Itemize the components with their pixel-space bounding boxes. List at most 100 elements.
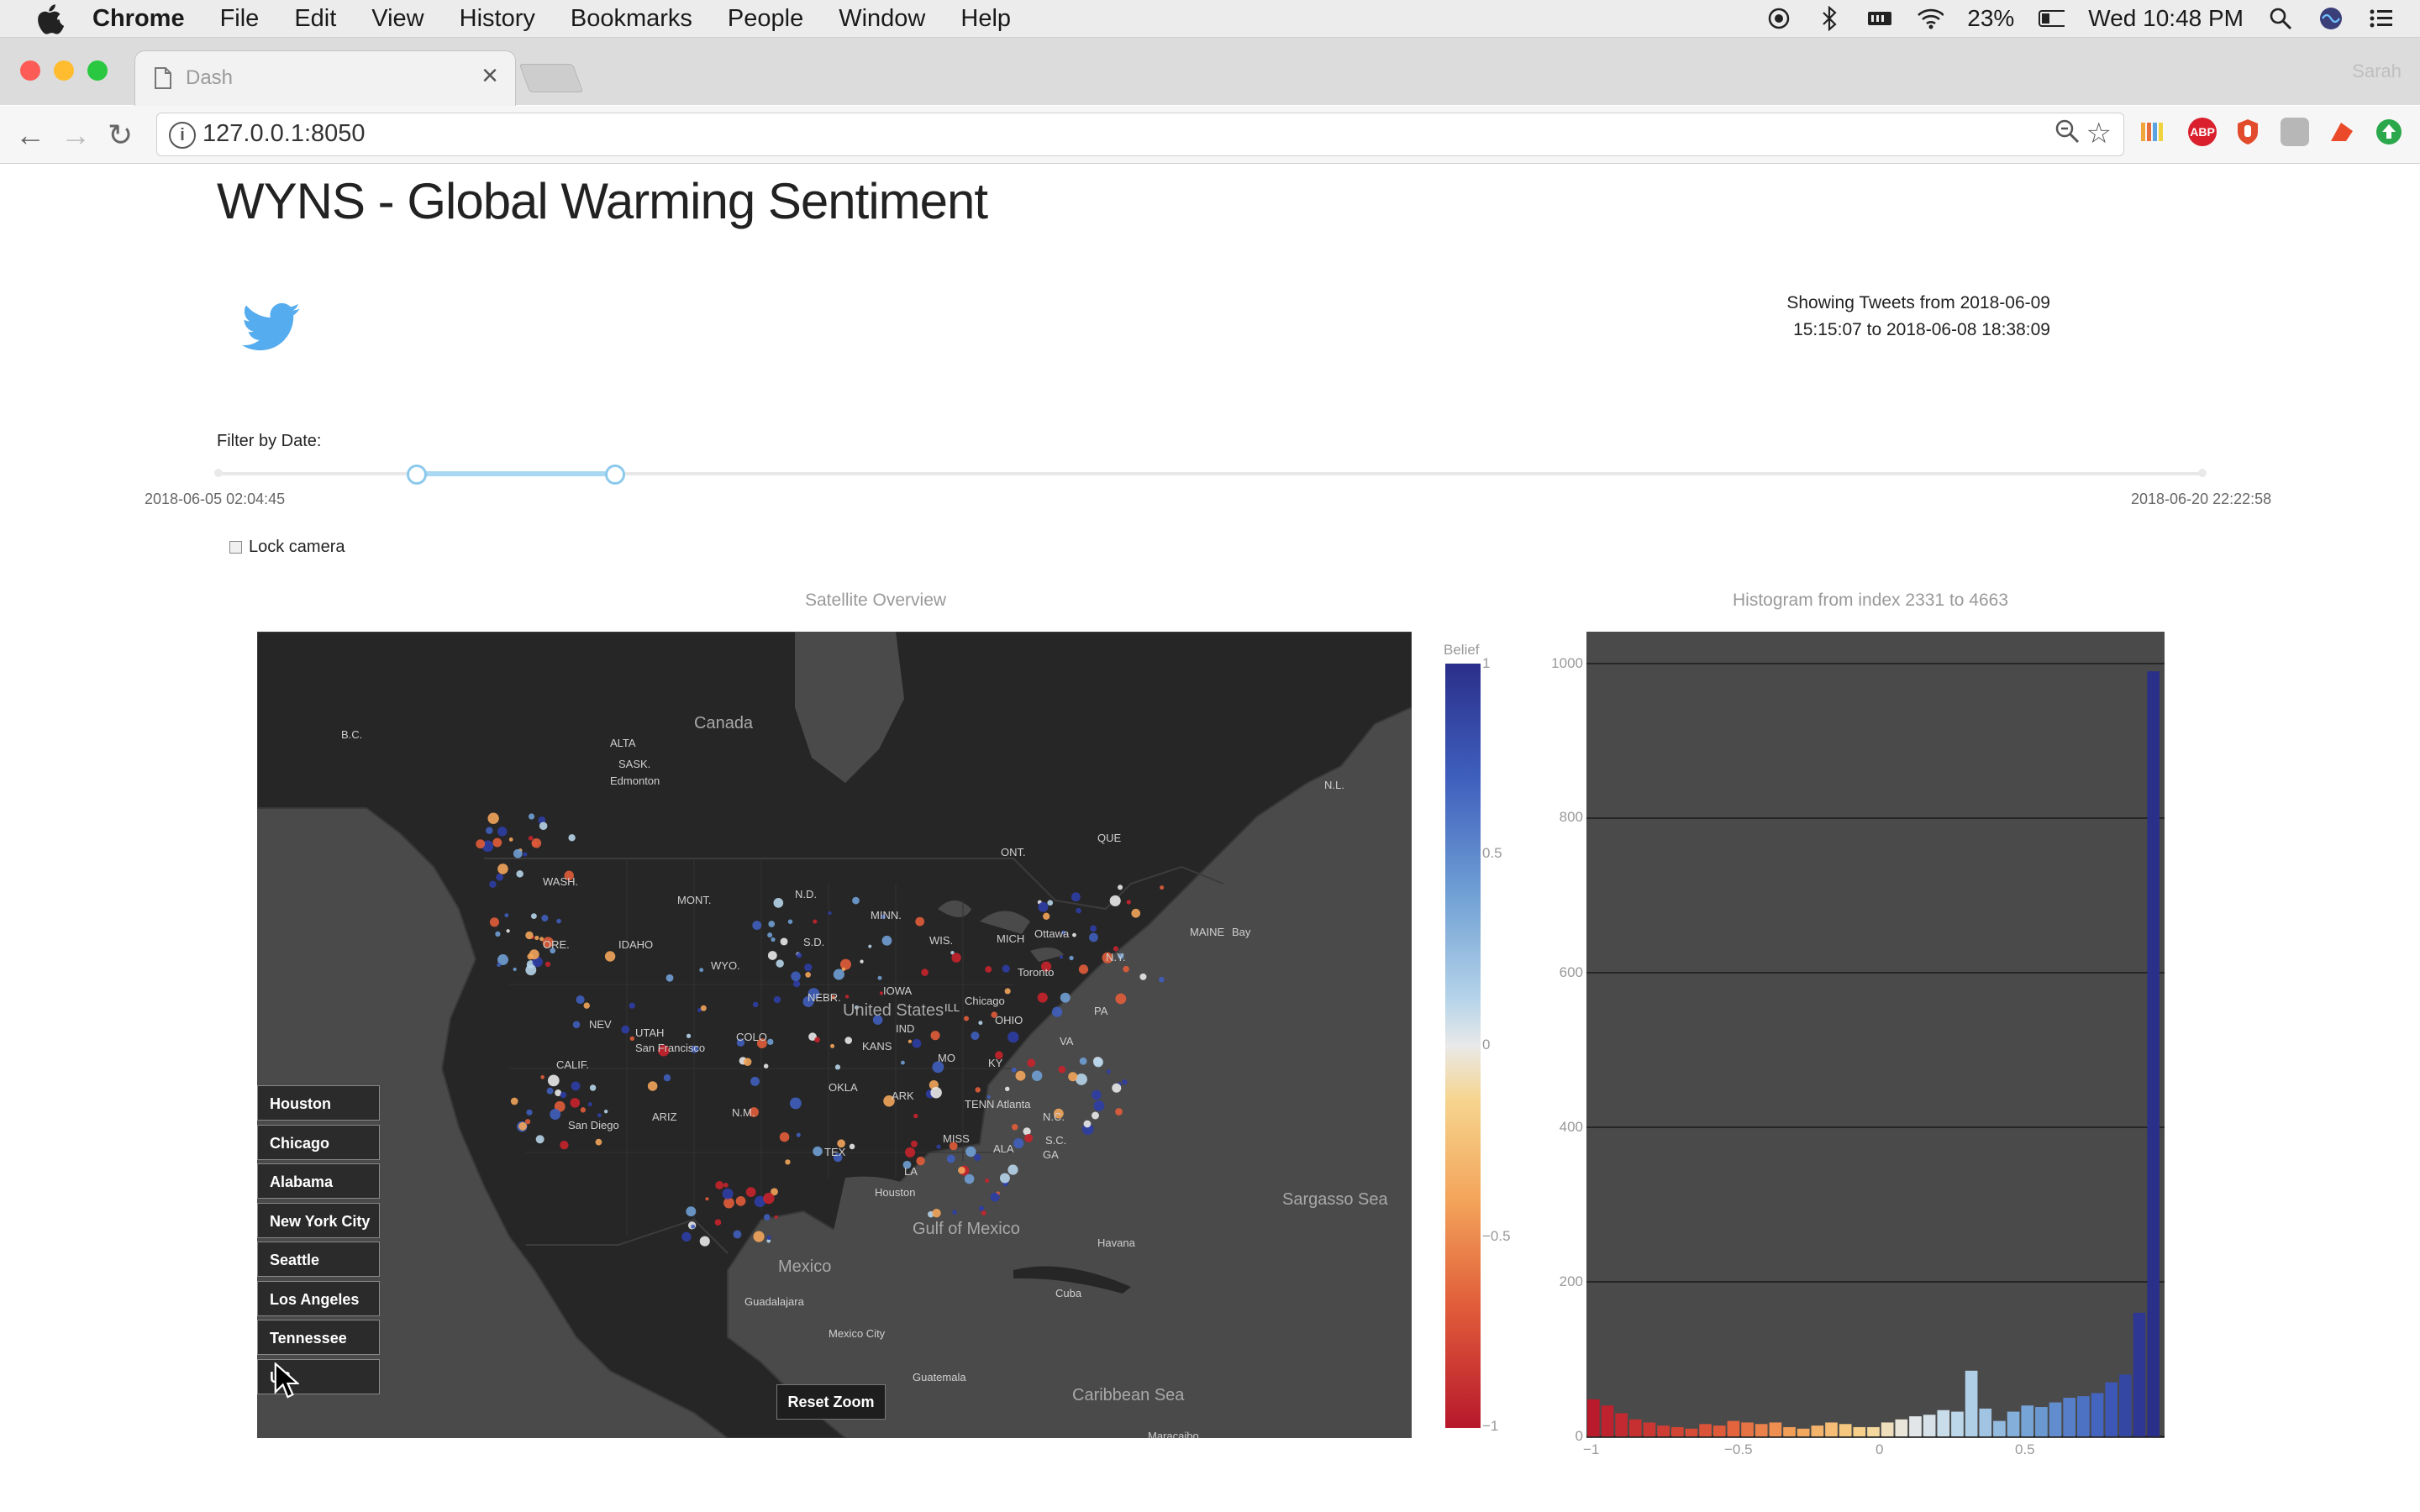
tweet-point[interactable] [714, 1219, 722, 1226]
tweet-point[interactable] [814, 1037, 820, 1043]
histogram-bar[interactable] [2133, 1312, 2146, 1436]
tweet-point[interactable] [789, 1097, 802, 1110]
tweet-point[interactable] [1078, 964, 1089, 974]
tweet-point[interactable] [525, 931, 534, 940]
tweet-point[interactable] [1083, 1120, 1092, 1128]
histogram-bar[interactable] [1628, 1419, 1642, 1436]
tweet-point[interactable] [908, 1039, 913, 1043]
tweet-point[interactable] [1002, 964, 1010, 973]
tweet-point[interactable] [666, 974, 674, 982]
tweet-point[interactable] [971, 1031, 980, 1041]
tweet-point[interactable] [663, 1074, 671, 1082]
tweet-point[interactable] [877, 975, 882, 980]
histogram-bar[interactable] [1643, 1422, 1656, 1436]
tweet-point[interactable] [1093, 1100, 1105, 1111]
tweet-point[interactable] [763, 1192, 775, 1205]
clock[interactable]: Wed 10:48 PM [2088, 5, 2244, 32]
checkbox-box[interactable] [229, 541, 242, 554]
tweet-point[interactable] [560, 1140, 569, 1150]
tweet-point[interactable] [603, 1110, 608, 1114]
tweet-point[interactable] [951, 953, 961, 963]
tweet-point[interactable] [686, 1206, 697, 1217]
tweet-point[interactable] [785, 1159, 791, 1165]
histogram-bar[interactable] [2035, 1407, 2048, 1436]
tweet-point[interactable] [526, 1109, 533, 1116]
tweet-point[interactable] [1037, 992, 1048, 1003]
tweet-point[interactable] [804, 963, 813, 972]
histogram-bar[interactable] [1825, 1422, 1838, 1436]
siri-icon[interactable] [2317, 5, 2344, 32]
tweet-point[interactable] [540, 1075, 544, 1079]
tweet-point[interactable] [830, 1043, 835, 1048]
tweet-point[interactable] [576, 995, 585, 1005]
tweet-point[interactable] [1015, 1070, 1026, 1081]
tweet-point[interactable] [528, 813, 535, 820]
tweet-point[interactable] [753, 1231, 765, 1242]
tweet-point[interactable] [733, 1230, 742, 1239]
tweet-point[interactable] [560, 1091, 567, 1099]
tweet-point[interactable] [1069, 955, 1074, 961]
tweet-point[interactable] [516, 870, 523, 878]
histogram-bar[interactable] [1811, 1425, 1824, 1436]
histogram-bar[interactable] [1923, 1415, 1936, 1436]
tweet-point[interactable] [547, 1074, 560, 1087]
tweet-point[interactable] [735, 1196, 746, 1206]
tweet-point[interactable] [990, 1192, 1000, 1202]
histogram-bar[interactable] [1727, 1420, 1740, 1436]
reset-zoom-button[interactable]: Reset Zoom [776, 1384, 886, 1420]
tweet-point[interactable] [568, 834, 576, 842]
tweet-point[interactable] [699, 968, 704, 973]
tweet-point[interactable] [1051, 1006, 1063, 1017]
tweet-point[interactable] [1118, 885, 1123, 890]
tweet-point[interactable] [964, 1173, 975, 1184]
wifi-icon[interactable] [1917, 5, 1944, 32]
tweet-point[interactable] [834, 1064, 841, 1070]
tweet-point[interactable] [583, 1002, 590, 1009]
tweet-point[interactable] [763, 1063, 769, 1068]
tweet-point[interactable] [973, 1153, 981, 1162]
tweet-point[interactable] [1043, 912, 1050, 920]
tweet-point[interactable] [546, 1087, 554, 1095]
histogram-bar[interactable] [2007, 1411, 2020, 1436]
tweet-point[interactable] [1071, 892, 1081, 902]
tweet-point[interactable] [868, 944, 872, 948]
tweet-point[interactable] [1106, 1069, 1111, 1074]
bluetooth-icon[interactable] [1816, 5, 1843, 32]
histogram-bar[interactable] [1797, 1428, 1810, 1436]
tweet-point[interactable] [686, 1033, 692, 1038]
tweet-point[interactable] [999, 1173, 1010, 1184]
tweet-point[interactable] [629, 1036, 634, 1042]
shield-ext-icon[interactable] [2233, 118, 2262, 146]
city-button-tennessee[interactable]: Tennessee [257, 1320, 380, 1355]
histogram-bar[interactable] [1741, 1422, 1754, 1436]
tweet-point[interactable] [1115, 993, 1127, 1005]
tweet-point[interactable] [1007, 1164, 1018, 1175]
tweet-point[interactable] [752, 1001, 759, 1008]
tweet-point[interactable] [752, 921, 762, 930]
tweet-point[interactable] [844, 1037, 853, 1044]
tweet-point[interactable] [1131, 908, 1141, 918]
tweet-point[interactable] [978, 1021, 983, 1026]
tweet-point[interactable] [1058, 1065, 1066, 1074]
tweet-point[interactable] [550, 1108, 561, 1120]
new-tab-button[interactable] [518, 64, 584, 92]
tweet-point[interactable] [1011, 1123, 1018, 1131]
tweet-point[interactable] [1091, 1111, 1099, 1120]
histogram-plot[interactable] [1586, 632, 2165, 1438]
tweet-point[interactable] [587, 1102, 592, 1107]
tweet-point[interactable] [768, 921, 776, 927]
forward-arrow-icon[interactable]: → [60, 118, 91, 153]
tweet-point[interactable] [796, 1132, 801, 1137]
profile-name[interactable]: Sarah [2352, 60, 2402, 82]
city-button-houston[interactable]: Houston [257, 1085, 380, 1121]
tweet-point[interactable] [1160, 885, 1165, 890]
slider-handle-start[interactable] [407, 465, 427, 485]
histogram-bar[interactable] [1587, 1399, 1600, 1436]
histogram-bar[interactable] [1909, 1416, 1922, 1436]
slider-handle-end[interactable] [605, 465, 625, 485]
bookmarks-ext-icon[interactable] [2138, 118, 2166, 146]
city-button-seattle[interactable]: Seattle [257, 1242, 380, 1277]
tweet-point[interactable] [476, 839, 486, 849]
menu-file[interactable]: File [220, 5, 260, 33]
tweet-point[interactable] [629, 1002, 635, 1009]
